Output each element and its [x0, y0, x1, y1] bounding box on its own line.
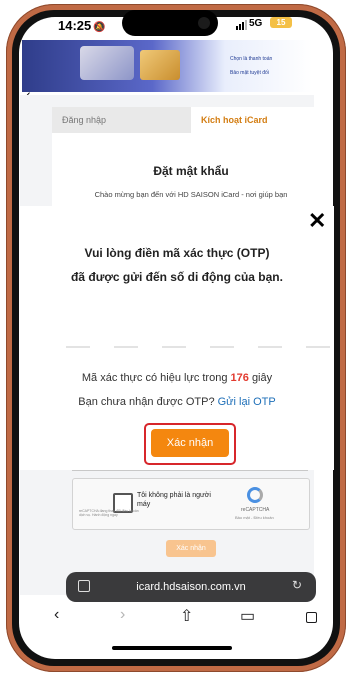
tab-login[interactable]: Đăng nhập: [52, 107, 191, 133]
otp-digit-slot[interactable]: [306, 346, 330, 348]
validity-suffix: giây: [251, 372, 273, 384]
dynamic-island: [122, 10, 218, 36]
battery-icon: 15: [270, 17, 292, 28]
recaptcha-note: reCAPTCHA đang thay đổi điều khoản dịch …: [79, 509, 139, 517]
otp-instruction-2: đã được gửi đến số di động của bạn.: [71, 270, 283, 284]
otp-digit-slot[interactable]: [210, 346, 234, 348]
bookmarks-icon[interactable]: ▭: [240, 606, 255, 626]
promo-text: Chọn là thanh toán: [230, 56, 273, 62]
recaptcha-links[interactable]: Bảo mật - Điều khoản: [235, 515, 274, 520]
resend-row: Bạn chưa nhận được OTP? Gửi lại OTP: [20, 396, 334, 408]
page-subtitle: Chào mừng bạn đến với HD SAISON iCard - …: [94, 190, 288, 199]
otp-validity: Mã xác thực có hiệu lực trong 176 giây: [20, 372, 334, 384]
login-tabs: Đăng nhập Kích hoạt iCard: [52, 107, 330, 133]
captcha-label: Tôi không phải là người máy: [137, 492, 211, 508]
countdown-seconds: 176: [230, 372, 249, 384]
recaptcha-logo-icon: [247, 487, 263, 503]
signal-icon: [236, 20, 247, 30]
divider: [72, 470, 308, 471]
validity-prefix: Mã xác thực có hiệu lực trong: [81, 372, 228, 384]
card-image: [80, 46, 134, 80]
status-time-text: 14:25: [58, 18, 92, 33]
back-icon[interactable]: ‹: [54, 606, 59, 624]
otp-digit-slot[interactable]: [258, 346, 282, 348]
resend-prefix: Bạn chưa nhận được OTP?: [78, 396, 215, 408]
card-image: [140, 50, 180, 80]
otp-input[interactable]: [66, 346, 330, 348]
recaptcha-brand: reCAPTCHA: [241, 507, 270, 513]
confirm-button[interactable]: Xác nhận: [151, 429, 229, 457]
forward-icon[interactable]: ›: [120, 606, 125, 624]
home-indicator: [112, 646, 232, 650]
network-type: 5G: [249, 18, 263, 29]
url-text[interactable]: icard.hdsaison.com.vn: [66, 572, 316, 602]
status-time: 14:25 🔕: [58, 18, 106, 33]
browser-toolbar: [20, 604, 334, 640]
otp-digit-slot[interactable]: [162, 346, 186, 348]
otp-digit-slot[interactable]: [66, 346, 90, 348]
otp-digit-slot[interactable]: [114, 346, 138, 348]
recaptcha-box: Tôi không phải là người máy reCAPTCHA Bả…: [72, 478, 310, 530]
resend-otp-link[interactable]: Gửi lại OTP: [218, 396, 276, 408]
tab-activate-icard[interactable]: Kích hoạt iCard: [191, 107, 330, 133]
reload-icon[interactable]: ↻: [292, 578, 302, 592]
mute-icon: 🔕: [93, 22, 106, 33]
promo-text: Bảo mật tuyệt đối: [230, 70, 269, 76]
share-icon[interactable]: ⇧: [180, 606, 193, 626]
promo-banner: Chọn là thanh toán Bảo mật tuyệt đối: [22, 40, 312, 92]
close-icon[interactable]: ✕: [308, 210, 326, 232]
tab-overview-icon[interactable]: [306, 612, 317, 623]
otp-instruction-1: Vui lòng điền mã xác thực (OTP): [84, 246, 270, 260]
background-confirm-button[interactable]: Xác nhận: [166, 540, 216, 557]
page-title: Đặt mật khẩu: [153, 164, 229, 178]
